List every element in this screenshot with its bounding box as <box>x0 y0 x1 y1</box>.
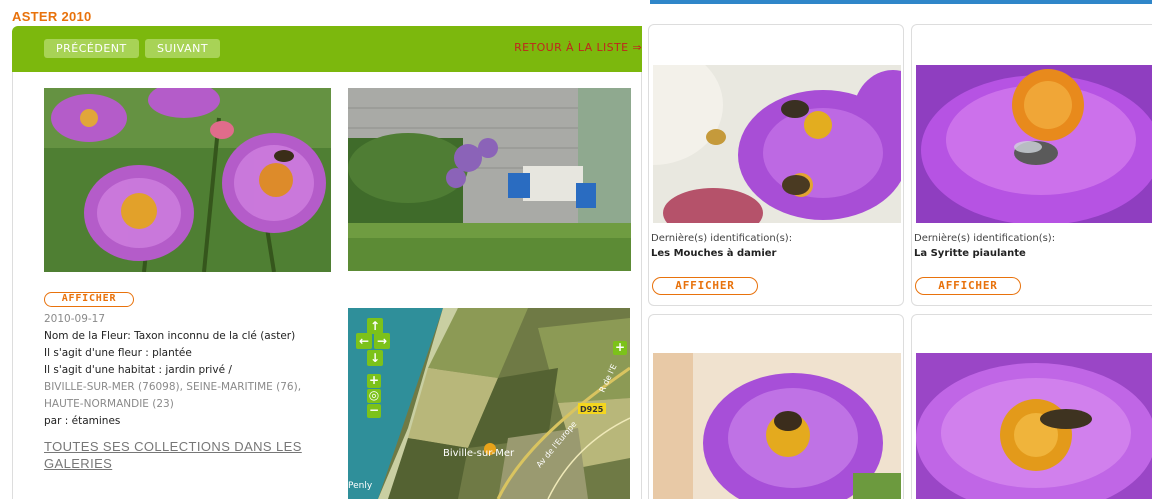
main-flower-photo[interactable] <box>44 88 331 272</box>
habitat-garden-photo[interactable] <box>348 88 631 271</box>
card-caption: Dernière(s) identification(s): Les Mouch… <box>651 231 792 261</box>
card-species-name: La Syritte piaulante <box>914 248 1026 259</box>
habitat: Il s'agit d'une habitat : jardin privé / <box>44 364 232 376</box>
map-pan-down-icon[interactable]: ↓ <box>367 350 383 366</box>
card-caption: Dernière(s) identification(s): La Syritt… <box>914 231 1055 261</box>
map-pan-right-icon[interactable]: → <box>374 333 390 349</box>
map-road-label: D925 <box>580 405 604 414</box>
card-photo[interactable] <box>916 65 1152 223</box>
card-photo[interactable] <box>653 353 901 499</box>
gallery-card[interactable]: Dernière(s) identification(s): Les Mouch… <box>648 24 904 306</box>
previous-button[interactable]: PRÉCÉDENT <box>44 39 139 58</box>
location-map[interactable]: D925 Biville-sur-Mer Penly Av de l'Europ… <box>348 308 630 499</box>
map-pan-up-icon[interactable]: ↑ <box>367 318 383 334</box>
back-to-list-link[interactable]: RETOUR À LA LISTE ⇒ <box>514 41 642 54</box>
map-zoom-in-icon[interactable]: + <box>367 374 381 388</box>
map-globe-icon[interactable]: ◎ <box>367 389 381 403</box>
navigation-bar: PRÉCÉDENT SUIVANT RETOUR À LA LISTE ⇒ <box>12 26 642 72</box>
gallery-card[interactable] <box>911 314 1152 499</box>
afficher-button[interactable]: AFFICHER <box>44 292 134 307</box>
map-fullscreen-icon[interactable]: + <box>613 341 627 355</box>
card-afficher-button[interactable]: AFFICHER <box>652 277 758 295</box>
collections-link[interactable]: TOUTES SES COLLECTIONS DANS LES GALERIES <box>44 438 324 472</box>
top-accent-bar <box>650 0 1152 4</box>
map-pan-left-icon[interactable]: ← <box>356 333 372 349</box>
card-caption-label: Dernière(s) identification(s): <box>914 233 1056 244</box>
card-caption-label: Dernière(s) identification(s): <box>651 233 793 244</box>
location-line: BIVILLE-SUR-MER (76098), SEINE-MARITIME … <box>44 381 302 393</box>
flower-name: Nom de la Fleur: Taxon inconnu de la clé… <box>44 330 296 342</box>
card-afficher-button[interactable]: AFFICHER <box>915 277 1021 295</box>
flower-type: Il s'agit d'une fleur : plantée <box>44 347 192 359</box>
gallery-card[interactable] <box>648 314 904 499</box>
next-button[interactable]: SUIVANT <box>145 39 221 58</box>
map-town-label: Biville-sur-Mer <box>443 448 515 459</box>
card-photo[interactable] <box>653 65 901 223</box>
location-region: HAUTE-NORMANDIE (23) <box>44 398 174 410</box>
map-zoom-out-icon[interactable]: − <box>367 404 381 418</box>
author: par : étamines <box>44 415 121 427</box>
page-title: ASTER 2010 <box>12 9 92 24</box>
observation-date: 2010-09-17 <box>44 313 106 325</box>
map-place-label: Penly <box>348 481 373 491</box>
gallery-card[interactable]: Dernière(s) identification(s): La Syritt… <box>911 24 1152 306</box>
card-photo[interactable] <box>916 353 1152 499</box>
card-species-name: Les Mouches à damier <box>651 248 777 259</box>
observation-info: 2010-09-17 Nom de la Fleur: Taxon inconn… <box>44 311 334 430</box>
